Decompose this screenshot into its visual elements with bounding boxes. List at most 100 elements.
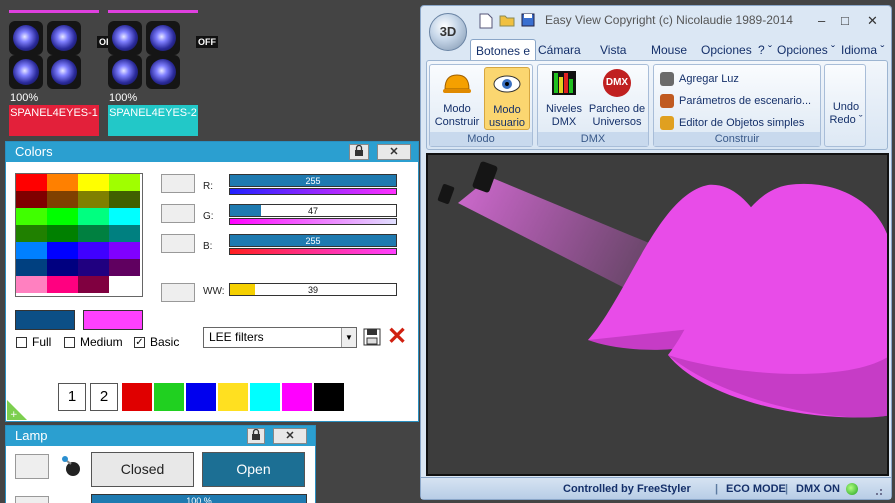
parcheo-universos-button[interactable]: DMX Parcheo de Universos [588,67,646,129]
color-swatch[interactable] [16,259,47,276]
palette-color[interactable] [314,383,344,411]
lock-icon[interactable] [349,144,369,160]
lamp-lock-icon[interactable] [247,428,265,444]
color-swatch[interactable] [47,259,78,276]
full-checkbox-box[interactable] [16,336,27,348]
color-swatch[interactable] [109,276,140,293]
window-close-icon[interactable]: ✕ [867,13,878,29]
channel-ww-button[interactable] [161,283,195,302]
fixture-2-icon[interactable] [108,21,190,89]
minimize-icon[interactable]: – [818,13,825,28]
tab-botones[interactable]: Botones e [470,39,537,61]
lamp-close-icon[interactable]: ✕ [273,428,307,444]
tab-opciones-menu[interactable]: Opciones ˇ [777,39,835,61]
color-swatch[interactable] [16,225,47,242]
color-swatch-grid[interactable] [15,173,143,297]
status-eco-mode[interactable]: ECO MODE [726,478,786,500]
color-preview-b[interactable] [83,310,143,330]
lamp-grey-button[interactable] [15,454,49,479]
full-checkbox[interactable]: Full [16,335,51,349]
palette-color[interactable] [250,383,280,411]
fixture-1[interactable]: OFF 100% SPANEL4EYES-1 [9,10,119,136]
color-swatch[interactable] [16,242,47,259]
color-swatch[interactable] [109,174,140,191]
lamp-progress-bar[interactable]: 100 % [91,494,307,503]
niveles-dmx-button[interactable]: Niveles DMX [542,67,586,129]
color-preview-a[interactable] [15,310,75,330]
closed-button[interactable]: Closed [91,452,194,487]
editor-objetos-button[interactable]: Editor de Objetos simples [660,116,804,130]
tab-opciones[interactable]: Opciones [701,39,752,61]
resize-grip-icon[interactable] [865,483,885,495]
palette-color[interactable] [154,383,184,411]
page-2-button[interactable]: 2 [90,383,118,411]
color-swatch[interactable] [109,191,140,208]
color-swatch[interactable] [78,276,109,293]
palette-color[interactable] [218,383,248,411]
color-swatch[interactable] [78,174,109,191]
save-icon[interactable] [363,328,381,346]
color-swatch[interactable] [47,174,78,191]
color-swatch[interactable] [78,191,109,208]
new-file-icon[interactable] [479,13,493,32]
lamp-titlebar[interactable]: Lamp ✕ [6,426,315,446]
color-swatch[interactable] [109,208,140,225]
parametros-escenario-button[interactable]: Parámetros de escenario... [660,94,811,108]
modo-usuario-button[interactable]: Modo usuario [484,67,530,130]
filter-select[interactable]: LEE filters ▼ [203,327,357,348]
channel-b-button[interactable] [161,234,195,253]
chevron-down-icon[interactable]: ▼ [341,328,356,347]
color-swatch[interactable] [78,225,109,242]
tab-mouse[interactable]: Mouse [651,39,687,61]
color-swatch[interactable] [47,225,78,242]
palette-color[interactable] [122,383,152,411]
save-file-icon[interactable] [521,13,535,30]
palette-color[interactable] [186,383,216,411]
color-swatch[interactable] [16,276,47,293]
channel-g-slider[interactable]: 47 [229,204,397,217]
basic-checkbox[interactable]: ✓ Basic [134,335,179,349]
colors-titlebar[interactable]: Colors ✕ [6,142,418,162]
color-swatch[interactable] [109,225,140,242]
tab-help[interactable]: ? ˇ [758,39,772,61]
channel-b-slider[interactable]: 255 [229,234,397,247]
color-swatch[interactable] [16,174,47,191]
basic-checkbox-box[interactable]: ✓ [134,336,145,348]
fixture-2[interactable]: OFF 100% SPANEL4EYES-2 [108,10,218,136]
color-swatch[interactable] [16,208,47,225]
lamp-grey-button-2[interactable] [15,496,49,503]
status-dmx-on[interactable]: DMX ON [796,478,840,500]
medium-checkbox-box[interactable] [64,336,75,348]
app-logo[interactable]: 3D [429,13,467,51]
color-swatch[interactable] [47,276,78,293]
medium-checkbox[interactable]: Medium [64,335,123,349]
tab-camara[interactable]: Cámara [538,39,581,61]
color-swatch[interactable] [78,242,109,259]
3d-viewport[interactable] [426,153,889,476]
page-1-button[interactable]: 1 [58,383,86,411]
tab-vista[interactable]: Vista [600,39,626,61]
color-swatch[interactable] [47,208,78,225]
channel-ww-slider[interactable]: 39 [229,283,397,296]
channel-r-slider[interactable]: 255 [229,174,397,187]
color-swatch[interactable] [47,191,78,208]
color-swatch[interactable] [47,242,78,259]
add-icon[interactable]: + [7,400,27,420]
fixture-1-icon[interactable] [9,21,91,89]
palette-color[interactable] [282,383,312,411]
color-swatch[interactable] [78,259,109,276]
undo-redo-button[interactable]: Undo Redo ˇ [827,101,865,127]
tab-idioma[interactable]: Idioma ˇ [841,39,884,61]
agregar-luz-button[interactable]: Agregar Luz [660,72,739,86]
bomb-icon[interactable] [57,454,82,478]
color-swatch[interactable] [78,208,109,225]
color-swatch[interactable] [109,259,140,276]
color-swatch[interactable] [109,242,140,259]
channel-g-button[interactable] [161,204,195,223]
channel-r-button[interactable] [161,174,195,193]
open-folder-icon[interactable] [499,13,515,30]
close-icon[interactable]: ✕ [377,144,411,160]
color-swatch[interactable] [16,191,47,208]
modo-construir-button[interactable]: Modo Construir [433,67,481,129]
open-button[interactable]: Open [202,452,305,487]
